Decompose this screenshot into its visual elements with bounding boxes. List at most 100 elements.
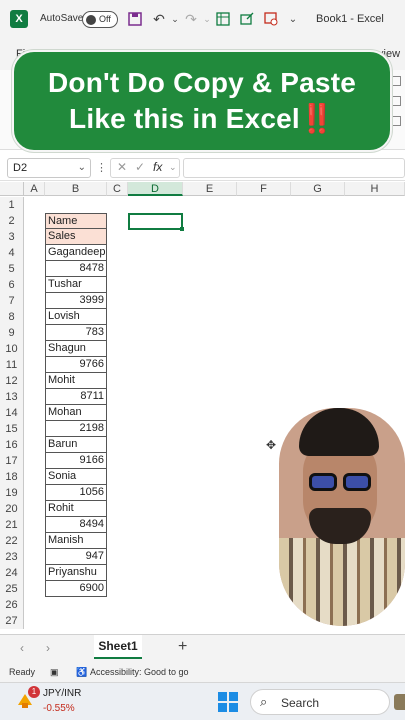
table-cell-b5[interactable]: 8478 <box>45 261 107 277</box>
accessibility-icon[interactable]: ♿ <box>76 667 87 678</box>
status-ready: Ready <box>9 667 36 677</box>
table-cell-b12[interactable]: Mohit <box>45 373 107 389</box>
column-header-c[interactable]: C <box>107 182 128 196</box>
ribbon-small-icon[interactable] <box>391 76 401 86</box>
search-placeholder: Search <box>281 696 320 710</box>
column-header-e[interactable]: E <box>183 182 237 196</box>
table-cell-b15[interactable]: 2198 <box>45 421 107 437</box>
ribbon-small-icon[interactable] <box>391 116 401 126</box>
table-cell-b17[interactable]: 9166 <box>45 453 107 469</box>
table-cell-b21[interactable]: 8494 <box>45 517 107 533</box>
row-header-18[interactable]: 18 <box>0 469 24 485</box>
row-header-7[interactable]: 7 <box>0 293 24 309</box>
lens-left <box>309 473 337 491</box>
active-cell-d2[interactable] <box>128 213 184 231</box>
row-header-16[interactable]: 16 <box>0 437 24 453</box>
form-icon[interactable] <box>214 10 232 28</box>
row-header-19[interactable]: 19 <box>0 485 24 501</box>
column-header-d[interactable]: D <box>128 182 183 196</box>
tab-sheet1[interactable]: Sheet1 <box>94 635 142 659</box>
save-icon[interactable] <box>126 10 144 28</box>
cancel-icon[interactable]: ✕ <box>117 160 127 174</box>
table-cell-b8[interactable]: Lovish <box>45 309 107 325</box>
table-cell-b24[interactable]: Priyanshu <box>45 565 107 581</box>
table-cell-b6[interactable]: Tushar <box>45 277 107 293</box>
column-header-a[interactable]: A <box>24 182 45 196</box>
row-header-27[interactable]: 27 <box>0 613 24 629</box>
more-options-icon[interactable]: ⋮ <box>96 161 107 174</box>
column-header-g[interactable]: G <box>291 182 345 196</box>
notification-badge: 1 <box>28 686 40 698</box>
row-header-21[interactable]: 21 <box>0 517 24 533</box>
table-cell-b20[interactable]: Rohit <box>45 501 107 517</box>
row-header-5[interactable]: 5 <box>0 261 24 277</box>
accessibility-status[interactable]: Accessibility: Good to go <box>90 667 189 677</box>
refresh-icon[interactable] <box>262 10 280 28</box>
column-header-f[interactable]: F <box>237 182 291 196</box>
sheet-tab-bar: ‹ › Sheet1 + <box>0 634 405 662</box>
table-cell-b14[interactable]: Mohan <box>45 405 107 421</box>
tray-app-icon[interactable] <box>394 694 405 710</box>
next-sheet-icon[interactable]: › <box>46 641 50 655</box>
table-cell-b18[interactable]: Sonia <box>45 469 107 485</box>
windows-start-icon[interactable] <box>218 692 238 712</box>
column-header-h[interactable]: H <box>345 182 405 196</box>
table-cell-b9[interactable]: 783 <box>45 325 107 341</box>
table-cell-b25[interactable]: 6900 <box>45 581 107 597</box>
column-header-b[interactable]: B <box>45 182 107 196</box>
row-header-17[interactable]: 17 <box>0 453 24 469</box>
select-all-corner[interactable] <box>0 182 24 196</box>
banner-line-2: Like this in Excel‼️ <box>69 101 335 137</box>
currency-pair[interactable]: JPY/INR <box>43 688 81 699</box>
row-header-25[interactable]: 25 <box>0 581 24 597</box>
chevron-down-icon[interactable]: ⌄ <box>78 159 86 177</box>
row-header-13[interactable]: 13 <box>0 389 24 405</box>
row-header-8[interactable]: 8 <box>0 309 24 325</box>
row-header-24[interactable]: 24 <box>0 565 24 581</box>
table-cell-b3[interactable]: Sales <box>45 229 107 245</box>
taskbar-search[interactable]: ⌕ Search <box>250 689 390 715</box>
row-header-2[interactable]: 2 <box>0 213 24 229</box>
table-cell-b4[interactable]: Gagandeep <box>45 245 107 261</box>
formula-input[interactable] <box>183 158 405 178</box>
row-header-23[interactable]: 23 <box>0 549 24 565</box>
row-header-15[interactable]: 15 <box>0 421 24 437</box>
share-icon[interactable] <box>238 10 256 28</box>
ribbon-small-icon[interactable] <box>391 96 401 106</box>
row-header-26[interactable]: 26 <box>0 597 24 613</box>
row-header-10[interactable]: 10 <box>0 341 24 357</box>
row-header-9[interactable]: 9 <box>0 325 24 341</box>
table-cell-b7[interactable]: 3999 <box>45 293 107 309</box>
add-sheet-button[interactable]: + <box>178 638 187 656</box>
autosave-toggle[interactable]: Off <box>82 11 118 28</box>
table-cell-b11[interactable]: 9766 <box>45 357 107 373</box>
table-cell-b23[interactable]: 947 <box>45 549 107 565</box>
table-cell-b19[interactable]: 1056 <box>45 485 107 501</box>
enter-icon[interactable]: ✓ <box>135 160 145 174</box>
chevron-down-icon[interactable]: ⌄ <box>169 162 177 173</box>
more-icon[interactable]: ⌄ <box>284 10 302 28</box>
prev-sheet-icon[interactable]: ‹ <box>20 641 24 655</box>
banner-line-2-text: Like this in Excel <box>69 103 300 134</box>
table-cell-b2[interactable]: Name <box>45 213 107 229</box>
taskbar: 1 JPY/INR -0.55% ⌕ Search <box>0 682 405 720</box>
row-header-11[interactable]: 11 <box>0 357 24 373</box>
formula-actions: ✕ ✓ fx ⌄ <box>110 158 180 178</box>
row-header-12[interactable]: 12 <box>0 373 24 389</box>
row-header-14[interactable]: 14 <box>0 405 24 421</box>
row-header-20[interactable]: 20 <box>0 501 24 517</box>
row-header-22[interactable]: 22 <box>0 533 24 549</box>
row-header-6[interactable]: 6 <box>0 277 24 293</box>
table-cell-b13[interactable]: 8711 <box>45 389 107 405</box>
row-header-3[interactable]: 3 <box>0 229 24 245</box>
row-header-1[interactable]: 1 <box>0 197 24 213</box>
row-header-4[interactable]: 4 <box>0 245 24 261</box>
table-cell-b16[interactable]: Barun <box>45 437 107 453</box>
name-box[interactable]: D2 ⌄ <box>7 158 91 178</box>
double-exclamation-icon: ‼️ <box>299 103 335 134</box>
macro-record-icon[interactable]: ▣ <box>50 667 59 678</box>
table-cell-b10[interactable]: Shagun <box>45 341 107 357</box>
fill-handle[interactable] <box>180 227 184 231</box>
table-cell-b22[interactable]: Manish <box>45 533 107 549</box>
insert-function-icon[interactable]: fx <box>153 160 162 174</box>
